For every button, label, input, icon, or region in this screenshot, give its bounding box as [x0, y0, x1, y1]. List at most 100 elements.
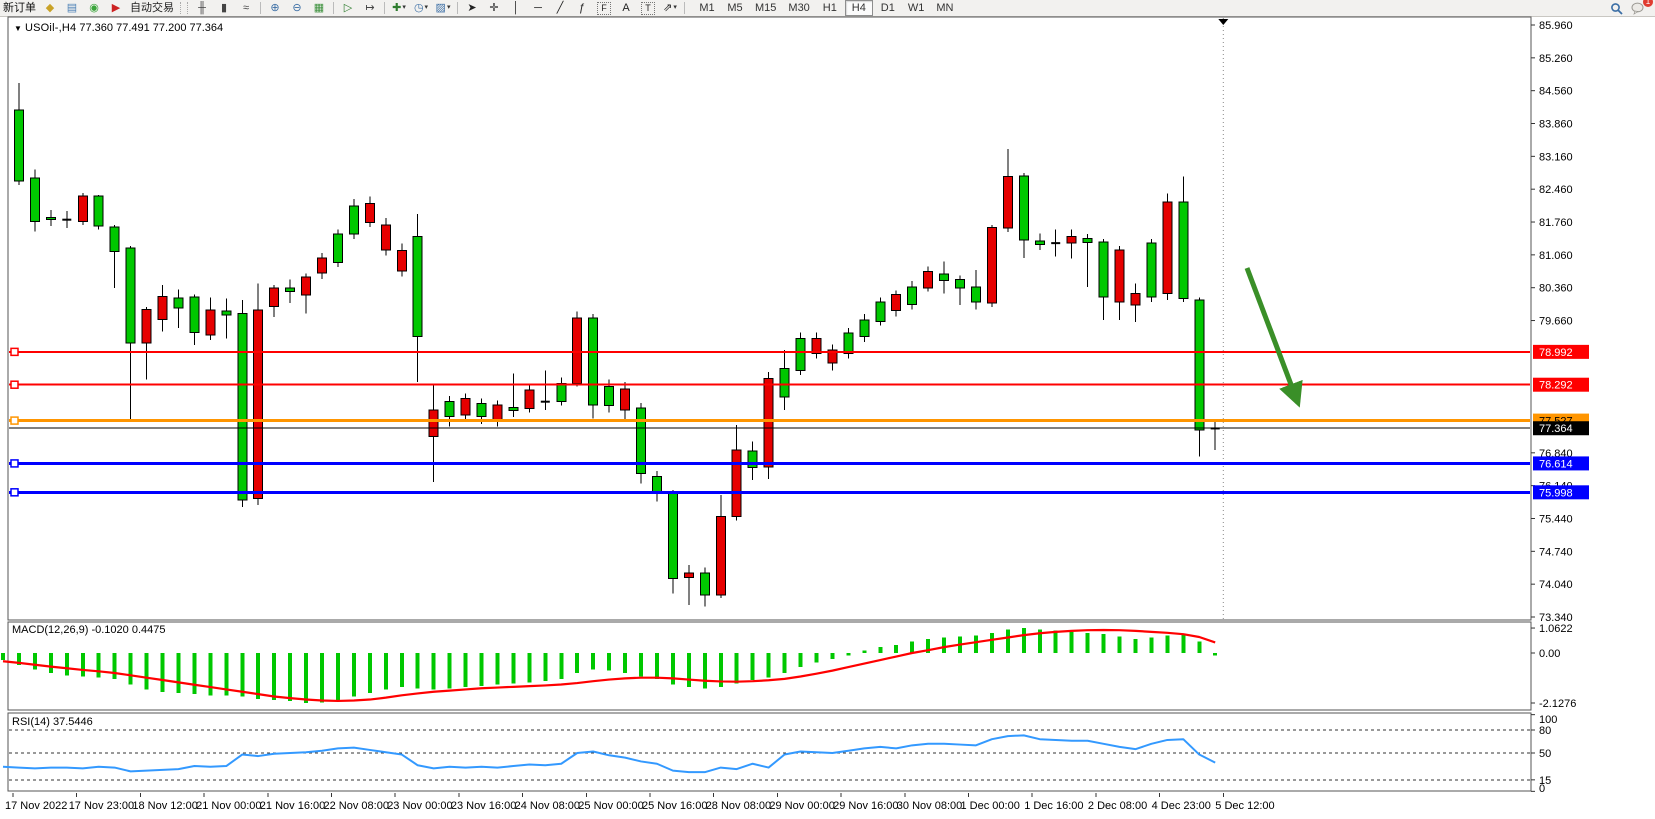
- templates-icon-dropdown[interactable]: ▾: [447, 1, 451, 15]
- ohlc-close: 77.364: [190, 22, 224, 34]
- add-indicator-icon[interactable]: ✚▾: [389, 1, 409, 15]
- fibo-channel-icon[interactable]: F: [594, 1, 614, 15]
- candle: [668, 490, 677, 594]
- timeframe-h4-button[interactable]: H4: [845, 0, 873, 16]
- timeframe-h1-button[interactable]: H1: [817, 1, 843, 15]
- chart-canvas: 85.96085.26084.56083.86083.16082.46081.7…: [0, 16, 1655, 819]
- auto-scroll-icon: ▷: [344, 1, 352, 15]
- price-tick-label: 74.040: [1539, 579, 1573, 591]
- symbol-dropdown-icon[interactable]: ▼: [14, 24, 22, 33]
- terminal-icon: ▤: [67, 1, 77, 15]
- fibonacci-icon[interactable]: ƒ: [572, 1, 592, 15]
- add-indicator-icon-dropdown[interactable]: ▾: [402, 1, 406, 15]
- autotrade-icon[interactable]: ▶: [106, 1, 126, 15]
- horizontal-line-icon[interactable]: ─: [528, 1, 548, 15]
- timeframe-m5-button[interactable]: M5: [722, 1, 748, 15]
- rsi-tick-label: 50: [1539, 748, 1551, 760]
- rsi-label: RSI(14) 37.5446: [12, 716, 93, 728]
- resistance-line-1-anchor[interactable]: [11, 348, 18, 355]
- periods-clock-icon-dropdown[interactable]: ▾: [425, 1, 429, 15]
- zoom-out-icon[interactable]: ⊖: [287, 1, 307, 15]
- symbol-ohlc-line: ▼ USOil-,H4 77.360 77.491 77.200 77.364: [14, 22, 223, 34]
- chat-badge: 1: [1643, 0, 1653, 7]
- shapes-icon[interactable]: ⇗▾: [660, 1, 680, 15]
- signal-icon: ◉: [89, 1, 99, 15]
- candle: [94, 195, 103, 230]
- time-tick-label: 25 Nov 16:00: [642, 800, 707, 812]
- bar-chart-icon[interactable]: ╫: [192, 1, 212, 15]
- time-tick-label: 23 Nov 16:00: [451, 800, 516, 812]
- time-axis[interactable]: 17 Nov 202217 Nov 23:0018 Nov 12:0021 No…: [5, 793, 1275, 812]
- macd-label: MACD(12,26,9) -0.1020 0.4475: [12, 624, 165, 636]
- chat-icon[interactable]: 1: [1628, 1, 1648, 15]
- chart-shift-icon[interactable]: ↦: [360, 1, 380, 15]
- price-axis[interactable]: 85.96085.26084.56083.86083.16082.46081.7…: [1531, 20, 1589, 624]
- vertical-line-icon[interactable]: │: [506, 1, 526, 15]
- mt4-window: 新订单 ◆▤◉▶ 自动交易 ╫▮≈⊕⊖▦▷↦✚▾◷▾▨▾➤✛│─╱ƒFAT⇗▾ …: [0, 0, 1655, 819]
- shapes-icon-dropdown[interactable]: ▾: [673, 1, 677, 15]
- timeframe-d1-button[interactable]: D1: [875, 1, 901, 15]
- price-tag: 78.992: [1533, 345, 1589, 359]
- add-indicator-icon: ✚: [392, 1, 401, 15]
- autotrade-icon: ▶: [112, 1, 120, 15]
- timeframe-m1-button[interactable]: M1: [694, 1, 720, 15]
- time-tick-label: 22 Nov 08:00: [324, 800, 389, 812]
- time-tick-label: 30 Nov 08:00: [897, 800, 962, 812]
- candle: [238, 300, 247, 507]
- time-tick-label: 4 Dec 23:00: [1152, 800, 1211, 812]
- timeframe-mn-button[interactable]: MN: [931, 1, 958, 15]
- candle: [573, 312, 582, 387]
- zoom-in-icon[interactable]: ⊕: [265, 1, 285, 15]
- ohlc-open: 77.360: [79, 22, 113, 34]
- timeframe-m30-button[interactable]: M30: [783, 1, 814, 15]
- price-tick-label: 81.760: [1539, 217, 1573, 229]
- pivot-line-anchor[interactable]: [11, 417, 18, 424]
- periods-clock-icon[interactable]: ◷▾: [411, 1, 431, 15]
- funnel-icon[interactable]: ◆: [40, 1, 60, 15]
- time-tick-label: 28 Nov 08:00: [706, 800, 771, 812]
- candle: [1147, 239, 1156, 302]
- search-icon[interactable]: [1606, 1, 1626, 15]
- trendline-icon[interactable]: ╱: [550, 1, 570, 15]
- auto-scroll-icon[interactable]: ▷: [338, 1, 358, 15]
- price-tick-label: 82.460: [1539, 184, 1573, 196]
- terminal-icon[interactable]: ▤: [62, 1, 82, 15]
- support-line-2-anchor[interactable]: [11, 489, 18, 496]
- candle: [796, 333, 805, 375]
- text-icon: A: [622, 1, 629, 15]
- templates-icon[interactable]: ▨▾: [433, 1, 453, 15]
- tile-windows-icon: ▦: [314, 1, 324, 15]
- chart-shift-icon: ↦: [365, 1, 374, 15]
- zoom-out-icon: ⊖: [292, 1, 301, 15]
- signal-icon[interactable]: ◉: [84, 1, 104, 15]
- symbol-label: USOil-,H4: [25, 22, 76, 34]
- timeframe-m15-button[interactable]: M15: [750, 1, 781, 15]
- line-chart-icon[interactable]: ≈: [236, 1, 256, 15]
- price-tick-label: 75.440: [1539, 513, 1573, 525]
- cursor-icon[interactable]: ➤: [462, 1, 482, 15]
- candle-chart-icon[interactable]: ▮: [214, 1, 234, 15]
- candle: [876, 298, 885, 326]
- time-tick-label: 1 Dec 16:00: [1024, 800, 1083, 812]
- price-tag: 78.292: [1533, 378, 1589, 392]
- candle: [987, 225, 996, 307]
- fibonacci-icon: ƒ: [579, 1, 585, 15]
- new-order-button[interactable]: 新订单: [1, 1, 38, 15]
- crosshair-icon[interactable]: ✛: [484, 1, 504, 15]
- price-tick-label: 81.060: [1539, 250, 1573, 262]
- toolbar: 新订单 ◆▤◉▶ 自动交易 ╫▮≈⊕⊖▦▷↦✚▾◷▾▨▾➤✛│─╱ƒFAT⇗▾ …: [0, 0, 1655, 17]
- tile-windows-icon[interactable]: ▦: [309, 1, 329, 15]
- svg-text:77.364: 77.364: [1539, 423, 1573, 435]
- resistance-line-2-anchor[interactable]: [11, 381, 18, 388]
- rsi-tick-label: 0: [1539, 783, 1545, 795]
- autotrade-button[interactable]: 自动交易: [128, 1, 176, 15]
- text-icon[interactable]: A: [616, 1, 636, 15]
- svg-text:78.992: 78.992: [1539, 347, 1573, 359]
- price-tick-label: 79.660: [1539, 316, 1573, 328]
- svg-text:78.292: 78.292: [1539, 380, 1573, 392]
- time-tick-label: 1 Dec 00:00: [961, 800, 1020, 812]
- label-icon[interactable]: T: [638, 1, 658, 15]
- support-line-1-anchor[interactable]: [11, 460, 18, 467]
- timeframe-w1-button[interactable]: W1: [903, 1, 930, 15]
- candle: [78, 193, 87, 225]
